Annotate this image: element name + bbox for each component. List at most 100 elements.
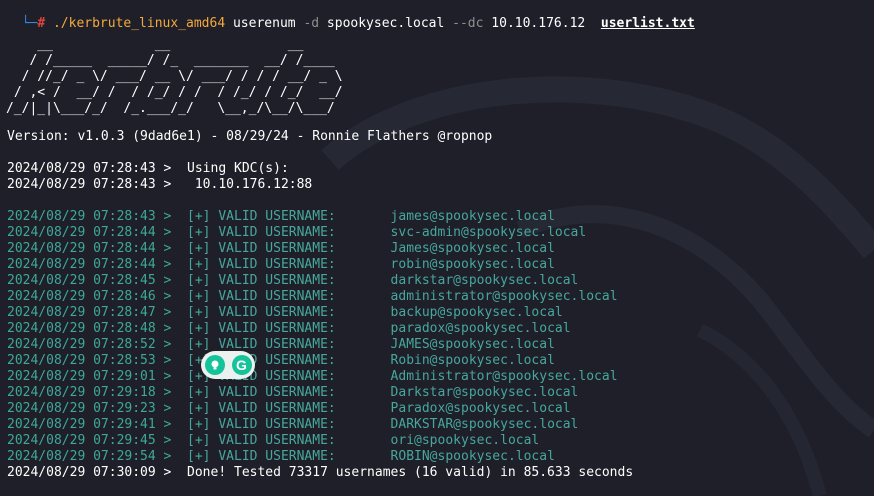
valid-username-row: 2024/08/29 07:29:23 > [+] VALID USERNAME… xyxy=(7,401,571,417)
timestamp: 2024/08/29 07:29:54 > xyxy=(7,449,172,464)
command-flag-d: -d xyxy=(303,16,320,31)
username: Paradox@spookysec.local xyxy=(390,401,571,416)
command-subcommand: userenum xyxy=(232,16,296,31)
timestamp: 2024/08/29 07:28:43 > xyxy=(7,161,172,176)
valid-username-row: 2024/08/29 07:28:53 > [+] VALID USERNAME… xyxy=(7,353,555,369)
valid-mark: [+] xyxy=(187,385,211,400)
timestamp: 2024/08/29 07:28:47 > xyxy=(7,305,172,320)
timestamp: 2024/08/29 07:29:23 > xyxy=(7,401,172,416)
timestamp: 2024/08/29 07:28:44 > xyxy=(7,225,172,240)
valid-username-row: 2024/08/29 07:28:46 > [+] VALID USERNAME… xyxy=(7,289,618,305)
valid-label: VALID USERNAME: xyxy=(218,241,336,256)
username: Darkstar@spookysec.local xyxy=(390,385,579,400)
valid-username-row: 2024/08/29 07:28:44 > [+] VALID USERNAME… xyxy=(7,241,555,257)
valid-username-row: 2024/08/29 07:28:48 > [+] VALID USERNAME… xyxy=(7,321,571,337)
valid-username-row: 2024/08/29 07:28:52 > [+] VALID USERNAME… xyxy=(7,337,555,353)
valid-mark: [+] xyxy=(187,305,211,320)
valid-label: VALID USERNAME: xyxy=(218,401,336,416)
username: james@spookysec.local xyxy=(390,209,555,224)
timestamp: 2024/08/29 07:28:43 > xyxy=(7,177,172,192)
valid-label: VALID USERNAME: xyxy=(218,225,336,240)
valid-username-row: 2024/08/29 07:28:44 > [+] VALID USERNAME… xyxy=(7,225,586,241)
valid-username-row: 2024/08/29 07:28:47 > [+] VALID USERNAME… xyxy=(7,305,563,321)
timestamp: 2024/08/29 07:29:41 > xyxy=(7,417,172,432)
grammarly-widget[interactable]: G xyxy=(201,351,255,379)
command-userlist: userlist.txt xyxy=(600,16,695,31)
valid-mark: [+] xyxy=(187,417,211,432)
valid-label: VALID USERNAME: xyxy=(218,257,336,272)
valid-mark: [+] xyxy=(187,257,211,272)
version-line: Version: v1.0.3 (9dad6e1) - 08/29/24 - R… xyxy=(7,129,493,144)
command-prompt-line: └─# ./kerbrute_linux_amd64 userenum -d s… xyxy=(6,0,695,31)
valid-username-row: 2024/08/29 07:28:45 > [+] VALID USERNAME… xyxy=(7,273,578,289)
valid-mark: [+] xyxy=(187,449,211,464)
valid-label: VALID USERNAME: xyxy=(218,305,336,320)
timestamp: 2024/08/29 07:28:53 > xyxy=(7,353,172,368)
timestamp: 2024/08/29 07:28:43 > xyxy=(7,209,172,224)
username: darkstar@spookysec.local xyxy=(390,273,579,288)
valid-mark: [+] xyxy=(187,241,211,256)
valid-label: VALID USERNAME: xyxy=(218,337,336,352)
username: DARKSTAR@spookysec.local xyxy=(390,417,579,432)
done-line: 2024/08/29 07:30:09 > Done! Tested 73317… xyxy=(7,465,633,481)
username: ori@spookysec.local xyxy=(390,433,540,448)
kerbrute-ascii-banner: __ __ __ / /_____ _____/ /_ _______ __/ … xyxy=(6,37,343,116)
valid-username-row: 2024/08/29 07:29:54 > [+] VALID USERNAME… xyxy=(7,449,555,465)
timestamp: 2024/08/29 07:29:01 > xyxy=(7,369,172,384)
valid-username-row: 2024/08/29 07:29:45 > [+] VALID USERNAME… xyxy=(7,433,539,449)
valid-label: VALID USERNAME: xyxy=(218,321,336,336)
valid-mark: [+] xyxy=(187,225,211,240)
valid-username-row: 2024/08/29 07:29:41 > [+] VALID USERNAME… xyxy=(7,417,578,433)
timestamp: 2024/08/29 07:28:45 > xyxy=(7,273,172,288)
username: ROBIN@spookysec.local xyxy=(390,449,555,464)
valid-mark: [+] xyxy=(187,433,211,448)
valid-label: VALID USERNAME: xyxy=(218,273,336,288)
valid-mark: [+] xyxy=(187,337,211,352)
prompt-hash: # xyxy=(37,16,46,31)
timestamp: 2024/08/29 07:28:46 > xyxy=(7,289,172,304)
valid-mark: [+] xyxy=(187,289,211,304)
timestamp: 2024/08/29 07:28:44 > xyxy=(7,241,172,256)
kdc-line: 2024/08/29 07:28:43 > 10.10.176.12:88 xyxy=(7,177,312,193)
kdc-text: 10.10.176.12:88 xyxy=(171,177,313,192)
valid-username-row: 2024/08/29 07:28:43 > [+] VALID USERNAME… xyxy=(7,209,555,225)
username: backup@spookysec.local xyxy=(390,305,563,320)
timestamp: 2024/08/29 07:28:44 > xyxy=(7,257,172,272)
valid-username-row: 2024/08/29 07:29:18 > [+] VALID USERNAME… xyxy=(7,385,578,401)
username: robin@spookysec.local xyxy=(390,257,555,272)
valid-mark: [+] xyxy=(187,273,211,288)
username: Administrator@spookysec.local xyxy=(390,369,618,384)
command-executable: ./kerbrute_linux_amd64 xyxy=(52,16,226,31)
valid-mark: [+] xyxy=(187,321,211,336)
valid-label: VALID USERNAME: xyxy=(218,433,336,448)
prompt-prefix: └─ xyxy=(21,16,38,31)
timestamp: 2024/08/29 07:28:48 > xyxy=(7,321,172,336)
username: paradox@spookysec.local xyxy=(390,321,571,336)
command-flag-dc: --dc xyxy=(452,16,484,31)
valid-username-row: 2024/08/29 07:28:44 > [+] VALID USERNAME… xyxy=(7,257,555,273)
lightbulb-icon[interactable] xyxy=(204,355,225,375)
timestamp: 2024/08/29 07:29:45 > xyxy=(7,433,172,448)
kdc-line: 2024/08/29 07:28:43 > Using KDC(s): xyxy=(7,161,289,177)
username: Robin@spookysec.local xyxy=(390,353,555,368)
grammarly-g-icon[interactable]: G xyxy=(231,355,252,375)
kdc-text: Using KDC(s): xyxy=(171,161,289,176)
username: JAMES@spookysec.local xyxy=(390,337,555,352)
timestamp: 2024/08/29 07:28:52 > xyxy=(7,337,172,352)
valid-label: VALID USERNAME: xyxy=(218,417,336,432)
done-text: Done! Tested 73317 usernames (16 valid) … xyxy=(171,465,634,480)
valid-label: VALID USERNAME: xyxy=(218,289,336,304)
valid-mark: [+] xyxy=(187,401,211,416)
timestamp: 2024/08/29 07:30:09 > xyxy=(7,465,172,480)
username: svc-admin@spookysec.local xyxy=(390,225,587,240)
timestamp: 2024/08/29 07:29:18 > xyxy=(7,385,172,400)
command-domain: spookysec.local xyxy=(326,16,445,31)
username: James@spookysec.local xyxy=(390,241,555,256)
valid-label: VALID USERNAME: xyxy=(218,449,336,464)
valid-username-row: 2024/08/29 07:29:01 > [+] VALID USERNAME… xyxy=(7,369,618,385)
valid-label: VALID USERNAME: xyxy=(218,385,336,400)
command-dc-ip: 10.10.176.12 xyxy=(491,16,586,31)
valid-label: VALID USERNAME: xyxy=(218,209,336,224)
valid-mark: [+] xyxy=(187,209,211,224)
username: administrator@spookysec.local xyxy=(390,289,618,304)
